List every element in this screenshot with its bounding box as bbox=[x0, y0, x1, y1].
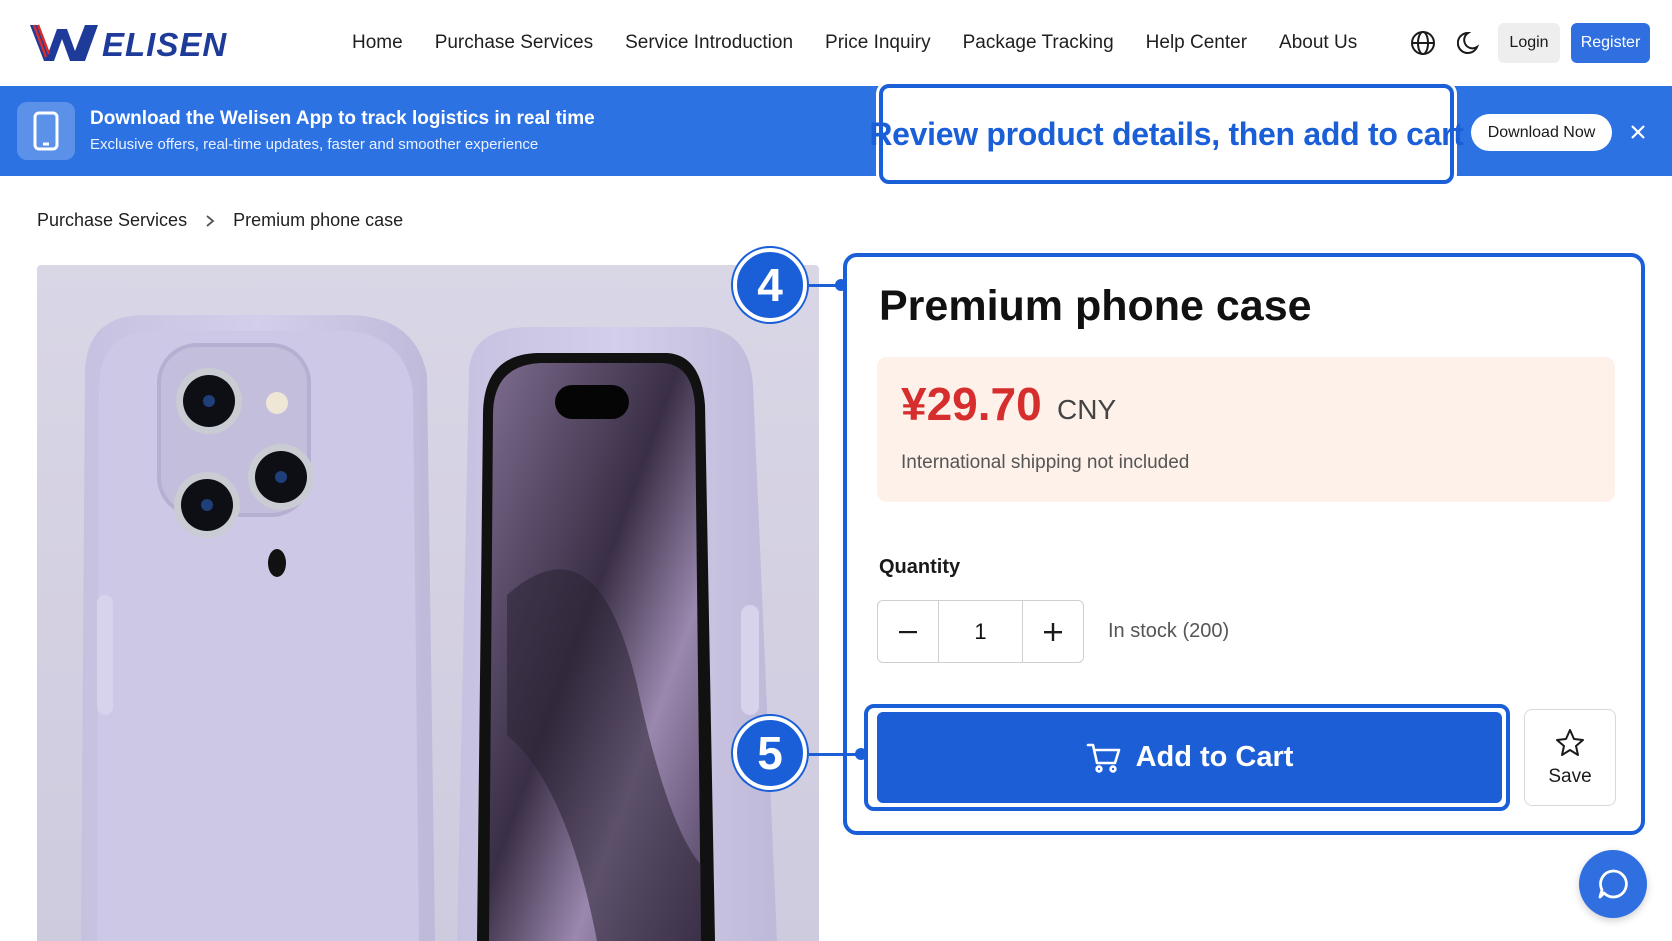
nav-about-us[interactable]: About Us bbox=[1279, 32, 1357, 54]
product-price: ¥29.70 bbox=[901, 378, 1042, 430]
download-now-button[interactable]: Download Now bbox=[1471, 114, 1612, 151]
product-title: Premium phone case bbox=[879, 282, 1312, 330]
add-to-cart-button[interactable]: Add to Cart bbox=[877, 712, 1502, 803]
instruction-callout: Review product details, then add to cart bbox=[869, 84, 1464, 184]
nav-package-tracking[interactable]: Package Tracking bbox=[963, 32, 1114, 54]
step-dot-5 bbox=[855, 748, 867, 760]
quantity-input[interactable]: 1 bbox=[937, 601, 1024, 662]
register-button[interactable]: Register bbox=[1571, 23, 1650, 63]
save-label: Save bbox=[1548, 765, 1592, 787]
price-currency: CNY bbox=[1057, 394, 1117, 425]
save-button[interactable]: Save bbox=[1524, 709, 1616, 806]
phone-icon bbox=[17, 102, 75, 160]
step-number-4: 4 bbox=[757, 259, 783, 311]
step-marker-5: 5 bbox=[733, 716, 807, 790]
nav-home[interactable]: Home bbox=[352, 32, 403, 54]
increase-quantity-button[interactable] bbox=[1023, 601, 1083, 662]
breadcrumb: Purchase Services Premium phone case bbox=[37, 210, 403, 231]
close-icon[interactable] bbox=[1624, 118, 1652, 146]
nav-purchase-services[interactable]: Purchase Services bbox=[435, 32, 593, 54]
plus-icon bbox=[1044, 622, 1063, 641]
callout-text: Review product details, then add to cart bbox=[869, 115, 1464, 152]
step-number-5: 5 bbox=[757, 727, 783, 779]
product-image bbox=[37, 265, 819, 941]
banner-title: Download the Welisen App to track logist… bbox=[90, 108, 595, 129]
step-marker-4: 4 bbox=[733, 248, 807, 322]
nav-price-inquiry[interactable]: Price Inquiry bbox=[825, 32, 931, 54]
phone-case-illustration bbox=[81, 315, 777, 941]
shipping-note: International shipping not included bbox=[901, 452, 1190, 473]
main-nav: Home Purchase Services Service Introduct… bbox=[352, 0, 1357, 86]
quantity-stepper: 1 bbox=[877, 600, 1084, 663]
decrease-quantity-button[interactable] bbox=[878, 601, 938, 662]
nav-service-introduction[interactable]: Service Introduction bbox=[625, 32, 793, 54]
nav-help-center[interactable]: Help Center bbox=[1146, 32, 1247, 54]
breadcrumb-current: Premium phone case bbox=[233, 210, 404, 230]
quantity-label: Quantity bbox=[879, 556, 961, 578]
brand-logo[interactable]: ELISEN bbox=[28, 20, 227, 66]
cart-icon bbox=[1086, 742, 1122, 774]
breadcrumb-parent[interactable]: Purchase Services bbox=[37, 210, 187, 231]
chat-button[interactable] bbox=[1579, 850, 1647, 918]
moon-icon[interactable] bbox=[1455, 28, 1485, 58]
stock-status: In stock (200) bbox=[1108, 620, 1230, 642]
star-icon bbox=[1556, 728, 1584, 756]
logo-text: ELISEN bbox=[102, 26, 228, 63]
add-to-cart-label: Add to Cart bbox=[1135, 741, 1294, 773]
site-header: ELISEN Home Purchase Services Service In… bbox=[0, 0, 1672, 86]
chevron-right-icon bbox=[205, 214, 215, 228]
minus-icon bbox=[898, 630, 917, 633]
chat-bubble-icon bbox=[1598, 869, 1628, 899]
banner-subtitle: Exclusive offers, real-time updates, fas… bbox=[90, 136, 539, 153]
login-button[interactable]: Login bbox=[1498, 23, 1560, 63]
globe-icon[interactable] bbox=[1408, 28, 1438, 58]
logo-w-mark bbox=[30, 24, 98, 61]
step-connector-5 bbox=[809, 753, 859, 756]
